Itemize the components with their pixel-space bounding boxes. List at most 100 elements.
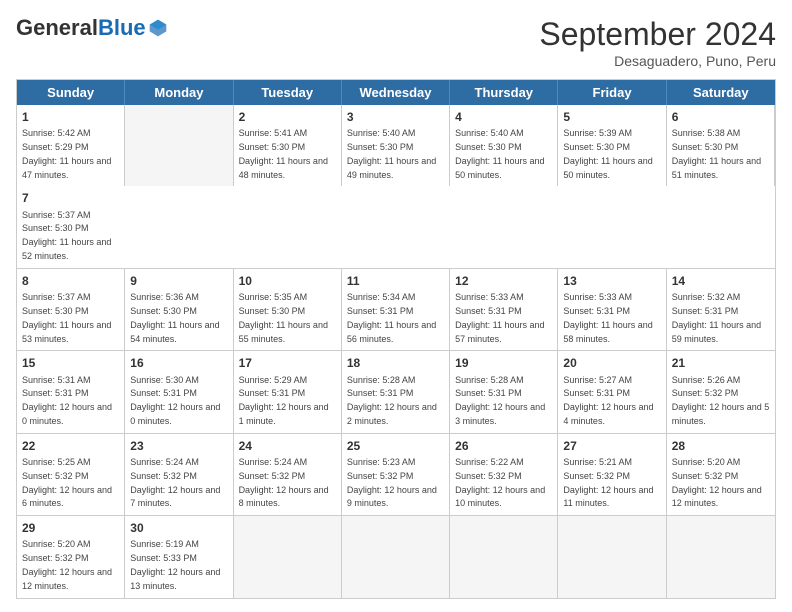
day-number: 10 (239, 273, 336, 289)
day-number: 16 (130, 355, 227, 371)
calendar-cell-10: 10 Sunrise: 5:35 AMSunset: 5:30 PMDayligh… (234, 269, 342, 350)
day-number: 21 (672, 355, 770, 371)
cell-info: Sunrise: 5:32 AMSunset: 5:31 PMDaylight:… (672, 292, 761, 343)
calendar-row-1: 8Sunrise: 5:37 AMSunset: 5:30 PMDaylight… (17, 269, 775, 351)
calendar-cell-1: 1 Sunrise: 5:42 AMSunset: 5:29 PMDaylight… (17, 105, 125, 186)
header-day-sunday: Sunday (17, 80, 125, 105)
day-number: 14 (672, 273, 770, 289)
cell-info: Sunrise: 5:33 AMSunset: 5:31 PMDaylight:… (455, 292, 544, 343)
day-number: 9 (130, 273, 227, 289)
calendar-cell-2: 2 Sunrise: 5:41 AMSunset: 5:30 PMDaylight… (234, 105, 342, 186)
day-number: 15 (22, 355, 119, 371)
calendar-cell-11: 11 Sunrise: 5:34 AMSunset: 5:31 PMDayligh… (342, 269, 450, 350)
header-day-monday: Monday (125, 80, 233, 105)
day-number: 17 (239, 355, 336, 371)
cell-info: Sunrise: 5:23 AMSunset: 5:32 PMDaylight:… (347, 457, 437, 508)
cell-info: Sunrise: 5:35 AMSunset: 5:30 PMDaylight:… (239, 292, 328, 343)
cell-info: Sunrise: 5:27 AMSunset: 5:31 PMDaylight:… (563, 375, 653, 426)
day-number: 2 (239, 109, 336, 125)
cell-info: Sunrise: 5:42 AMSunset: 5:29 PMDaylight:… (22, 128, 111, 179)
cell-info: Sunrise: 5:19 AMSunset: 5:33 PMDaylight:… (130, 539, 220, 590)
calendar-cell-25: 25 Sunrise: 5:23 AMSunset: 5:32 PMDayligh… (342, 434, 450, 515)
calendar-cell-3: 3Sunrise: 5:40 AMSunset: 5:30 PMDaylight… (342, 105, 450, 186)
calendar-cell-14: 14 Sunrise: 5:32 AMSunset: 5:31 PMDayligh… (667, 269, 775, 350)
day-number: 29 (22, 520, 119, 536)
cell-info: Sunrise: 5:20 AMSunset: 5:32 PMDaylight:… (22, 539, 112, 590)
header-day-tuesday: Tuesday (234, 80, 342, 105)
calendar-cell-29: 29 Sunrise: 5:20 AMSunset: 5:32 PMDayligh… (17, 516, 125, 597)
cell-info: Sunrise: 5:40 AMSunset: 5:30 PMDaylight:… (347, 128, 436, 179)
calendar-body: 1 Sunrise: 5:42 AMSunset: 5:29 PMDaylight… (17, 105, 775, 598)
cell-info: Sunrise: 5:34 AMSunset: 5:31 PMDaylight:… (347, 292, 436, 343)
day-number: 20 (563, 355, 660, 371)
cell-info: Sunrise: 5:20 AMSunset: 5:32 PMDaylight:… (672, 457, 762, 508)
day-number: 18 (347, 355, 444, 371)
cell-info: Sunrise: 5:28 AMSunset: 5:31 PMDaylight:… (455, 375, 545, 426)
day-number: 4 (455, 109, 552, 125)
calendar-cell-6: 6 Sunrise: 5:38 AMSunset: 5:30 PMDaylight… (667, 105, 775, 186)
calendar-cell-9: 9 Sunrise: 5:36 AMSunset: 5:30 PMDaylight… (125, 269, 233, 350)
calendar-cell-empty-4-5 (558, 516, 666, 597)
logo-icon (148, 18, 168, 38)
cell-info: Sunrise: 5:37 AMSunset: 5:30 PMDaylight:… (22, 210, 111, 261)
calendar-cell-28: 28 Sunrise: 5:20 AMSunset: 5:32 PMDayligh… (667, 434, 775, 515)
header: GeneralBlue September 2024 Desaguadero, … (16, 16, 776, 69)
calendar-cell-19: 19 Sunrise: 5:28 AMSunset: 5:31 PMDayligh… (450, 351, 558, 432)
calendar-cell-18: 18 Sunrise: 5:28 AMSunset: 5:31 PMDayligh… (342, 351, 450, 432)
cell-info: Sunrise: 5:37 AMSunset: 5:30 PMDaylight:… (22, 292, 111, 343)
calendar-cell-8: 8Sunrise: 5:37 AMSunset: 5:30 PMDaylight… (17, 269, 125, 350)
calendar: SundayMondayTuesdayWednesdayThursdayFrid… (16, 79, 776, 599)
calendar-cell-17: 17Sunrise: 5:29 AMSunset: 5:31 PMDayligh… (234, 351, 342, 432)
cell-info: Sunrise: 5:24 AMSunset: 5:32 PMDaylight:… (239, 457, 329, 508)
day-number: 28 (672, 438, 770, 454)
cell-info: Sunrise: 5:39 AMSunset: 5:30 PMDaylight:… (563, 128, 652, 179)
calendar-cell-empty-0 (125, 105, 233, 186)
header-day-thursday: Thursday (450, 80, 558, 105)
cell-info: Sunrise: 5:28 AMSunset: 5:31 PMDaylight:… (347, 375, 437, 426)
title-area: September 2024 Desaguadero, Puno, Peru (539, 16, 776, 69)
day-number: 27 (563, 438, 660, 454)
cell-info: Sunrise: 5:36 AMSunset: 5:30 PMDaylight:… (130, 292, 219, 343)
calendar-cell-empty-4-4 (450, 516, 558, 597)
cell-info: Sunrise: 5:31 AMSunset: 5:31 PMDaylight:… (22, 375, 112, 426)
calendar-cell-16: 16Sunrise: 5:30 AMSunset: 5:31 PMDayligh… (125, 351, 233, 432)
cell-info: Sunrise: 5:21 AMSunset: 5:32 PMDaylight:… (563, 457, 653, 508)
header-day-friday: Friday (558, 80, 666, 105)
header-day-saturday: Saturday (667, 80, 775, 105)
cell-info: Sunrise: 5:40 AMSunset: 5:30 PMDaylight:… (455, 128, 544, 179)
day-number: 19 (455, 355, 552, 371)
day-number: 30 (130, 520, 227, 536)
calendar-cell-empty-4-2 (234, 516, 342, 597)
day-number: 13 (563, 273, 660, 289)
cell-info: Sunrise: 5:26 AMSunset: 5:32 PMDaylight:… (672, 375, 770, 426)
calendar-row-0: 1 Sunrise: 5:42 AMSunset: 5:29 PMDaylight… (17, 105, 775, 269)
day-number: 22 (22, 438, 119, 454)
day-number: 26 (455, 438, 552, 454)
calendar-cell-21: 21 Sunrise: 5:26 AMSunset: 5:32 PMDayligh… (667, 351, 775, 432)
calendar-cell-5: 5 Sunrise: 5:39 AMSunset: 5:30 PMDaylight… (558, 105, 666, 186)
cell-info: Sunrise: 5:41 AMSunset: 5:30 PMDaylight:… (239, 128, 328, 179)
calendar-cell-empty-4-3 (342, 516, 450, 597)
day-number: 12 (455, 273, 552, 289)
day-number: 5 (563, 109, 660, 125)
calendar-cell-24: 24Sunrise: 5:24 AMSunset: 5:32 PMDayligh… (234, 434, 342, 515)
calendar-header: SundayMondayTuesdayWednesdayThursdayFrid… (17, 80, 775, 105)
cell-info: Sunrise: 5:33 AMSunset: 5:31 PMDaylight:… (563, 292, 652, 343)
calendar-cell-22: 22Sunrise: 5:25 AMSunset: 5:32 PMDayligh… (17, 434, 125, 515)
day-number: 7 (22, 190, 120, 206)
calendar-cell-20: 20 Sunrise: 5:27 AMSunset: 5:31 PMDayligh… (558, 351, 666, 432)
logo-general: GeneralBlue (16, 16, 146, 40)
calendar-cell-26: 26Sunrise: 5:22 AMSunset: 5:32 PMDayligh… (450, 434, 558, 515)
calendar-cell-empty-4-6 (667, 516, 775, 597)
day-number: 11 (347, 273, 444, 289)
location-subtitle: Desaguadero, Puno, Peru (539, 53, 776, 69)
page: GeneralBlue September 2024 Desaguadero, … (0, 0, 792, 612)
cell-info: Sunrise: 5:24 AMSunset: 5:32 PMDaylight:… (130, 457, 220, 508)
calendar-cell-27: 27 Sunrise: 5:21 AMSunset: 5:32 PMDayligh… (558, 434, 666, 515)
cell-info: Sunrise: 5:38 AMSunset: 5:30 PMDaylight:… (672, 128, 761, 179)
day-number: 6 (672, 109, 769, 125)
day-number: 1 (22, 109, 119, 125)
day-number: 25 (347, 438, 444, 454)
header-day-wednesday: Wednesday (342, 80, 450, 105)
calendar-cell-23: 23Sunrise: 5:24 AMSunset: 5:32 PMDayligh… (125, 434, 233, 515)
